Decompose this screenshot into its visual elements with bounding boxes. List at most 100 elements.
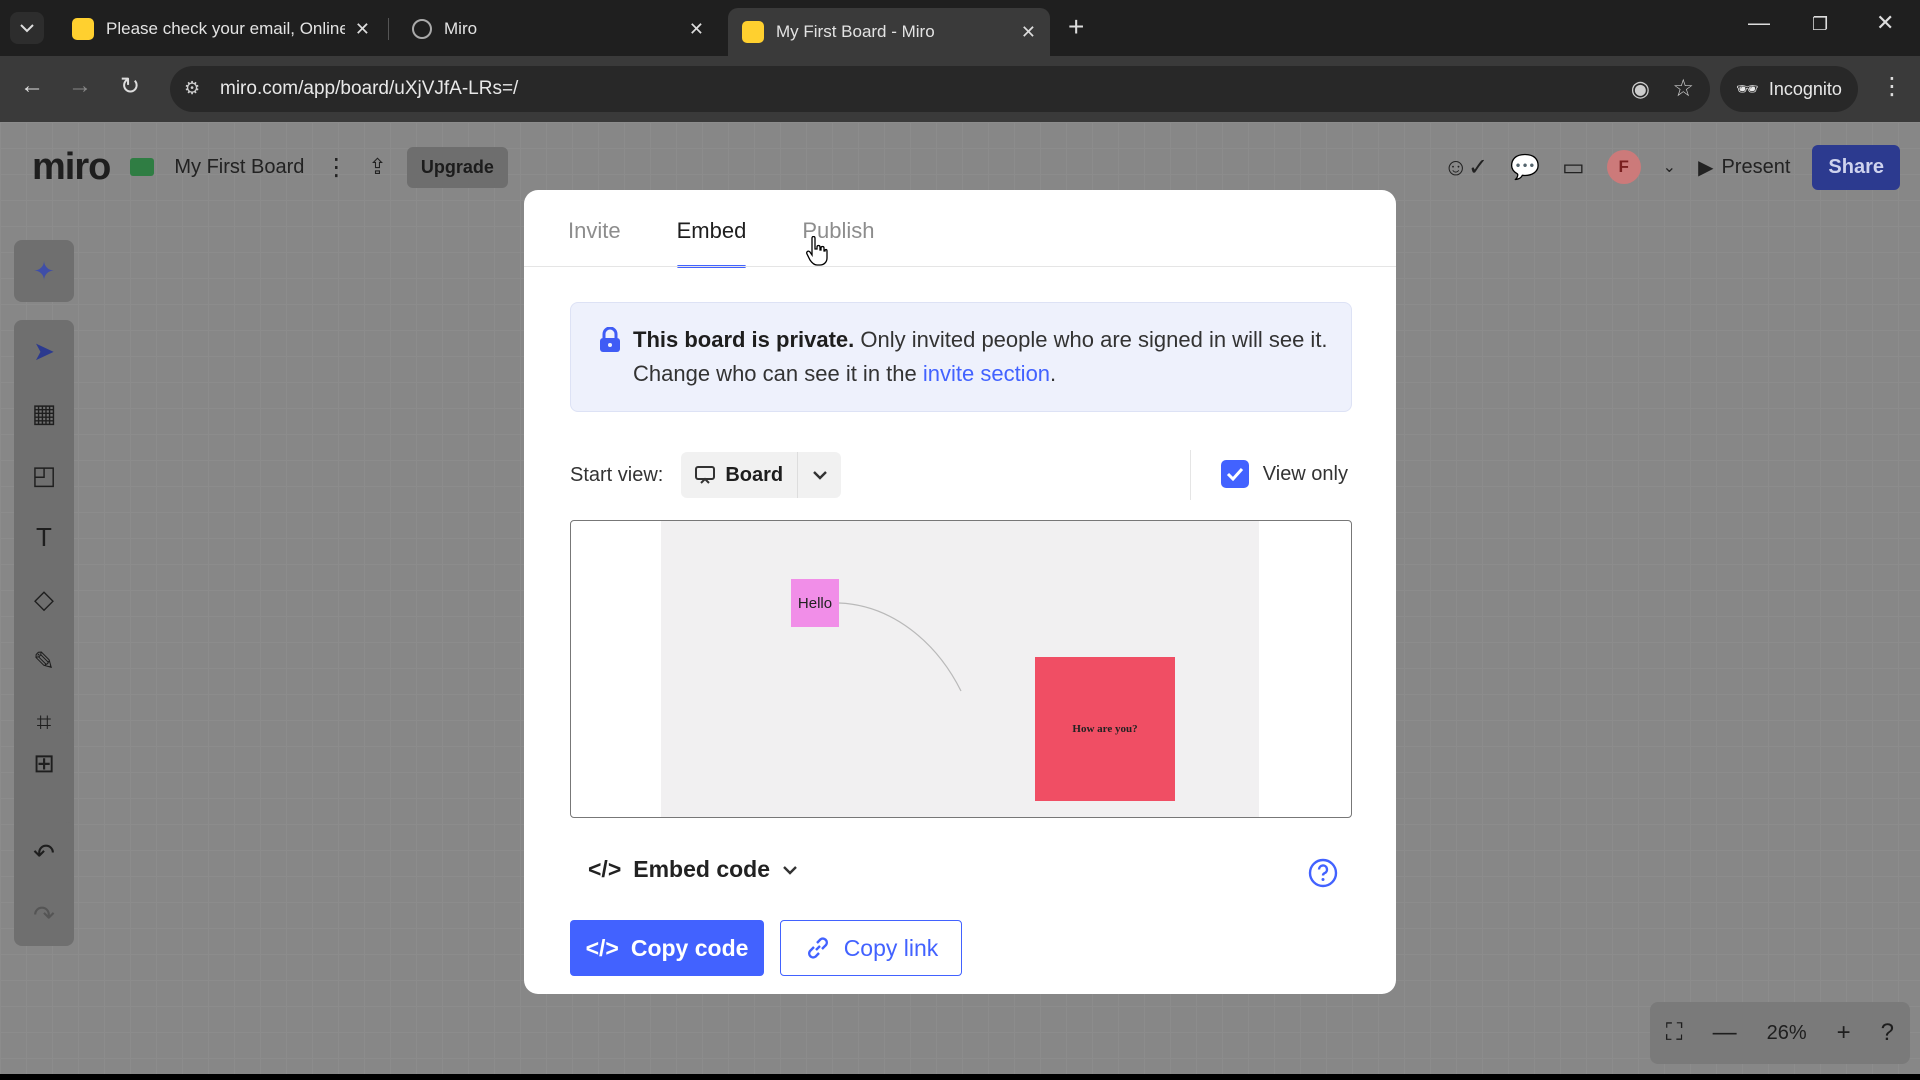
- history-toolbar: ↶ ↷: [14, 822, 74, 946]
- incognito-badge[interactable]: 🕶 Incognito: [1720, 66, 1858, 112]
- browser-tab-email[interactable]: Please check your email, Online ✕: [58, 10, 384, 48]
- board-view-icon: [695, 466, 716, 484]
- play-icon: ▶: [1698, 156, 1714, 179]
- miro-favicon-icon: [742, 21, 764, 43]
- avatar[interactable]: F: [1606, 150, 1641, 184]
- view-only-toggle[interactable]: View only: [1220, 460, 1348, 488]
- incognito-icon: 🕶: [1736, 78, 1759, 99]
- address-bar-row: ← → ↻ ⚙ miro.com/app/board/uXjVJfA-LRs=/…: [0, 56, 1920, 122]
- embed-code-toggle[interactable]: </> Embed code: [588, 856, 798, 883]
- miro-favicon-icon: [72, 18, 94, 40]
- upgrade-button[interactable]: Upgrade: [406, 146, 508, 188]
- invite-section-link[interactable]: invite section: [923, 361, 1050, 386]
- sticky-note-how-are-you: How are you?: [1035, 657, 1175, 801]
- window-close-icon[interactable]: ✕: [1876, 10, 1894, 36]
- sticky-note-hello: Hello: [791, 579, 839, 627]
- templates-icon[interactable]: ▦: [14, 382, 74, 444]
- checkmark-icon: [1226, 467, 1243, 481]
- present-button[interactable]: ▶ Present: [1698, 155, 1790, 180]
- url-text[interactable]: miro.com/app/board/uXjVJfA-LRs=/: [220, 78, 518, 100]
- url-field[interactable]: ⚙ miro.com/app/board/uXjVJfA-LRs=/ ◉ ☆: [170, 66, 1710, 112]
- mouse-cursor-icon: [806, 236, 828, 266]
- board-icon: [130, 158, 155, 176]
- copy-code-button[interactable]: </> Copy code: [570, 920, 764, 976]
- embed-code-label: Embed code: [633, 856, 771, 882]
- ai-toolbar: ✦: [14, 240, 74, 302]
- start-view-text: Board: [725, 463, 784, 486]
- select-cursor-icon[interactable]: ➤: [14, 320, 74, 382]
- row-divider: [1190, 450, 1191, 500]
- browser-menu-icon[interactable]: ⋮: [1880, 72, 1904, 101]
- more-options-icon[interactable]: ⋮: [324, 153, 348, 182]
- new-tab-button[interactable]: +: [1068, 12, 1084, 42]
- undo-icon[interactable]: ↶: [14, 822, 74, 884]
- chevron-down-icon: [812, 471, 827, 480]
- miro-logo[interactable]: miro: [32, 146, 111, 189]
- copy-link-label: Copy link: [843, 934, 939, 961]
- browser-tab-board[interactable]: My First Board - Miro ✕: [728, 8, 1050, 56]
- zoom-out-icon[interactable]: —: [1713, 1019, 1737, 1047]
- minimize-icon[interactable]: —: [1748, 10, 1770, 36]
- eye-off-icon[interactable]: ◉: [1631, 76, 1650, 102]
- board-preview: Hello How are you?: [570, 520, 1352, 818]
- reactions-icon[interactable]: ☺✓: [1443, 153, 1488, 182]
- export-icon[interactable]: ⇪: [368, 154, 386, 180]
- private-board-notice: This board is private. Only invited peop…: [570, 302, 1352, 412]
- present-label: Present: [1721, 155, 1791, 178]
- copy-link-button[interactable]: Copy link: [780, 920, 962, 976]
- tabs-divider: [524, 266, 1396, 267]
- tab-title: Miro: [444, 19, 478, 38]
- help-icon[interactable]: [1308, 858, 1338, 888]
- view-only-checkbox[interactable]: [1220, 460, 1249, 488]
- notice-end: .: [1050, 361, 1057, 386]
- reload-icon[interactable]: ↻: [120, 72, 140, 101]
- text-icon[interactable]: T: [14, 506, 74, 568]
- redo-icon[interactable]: ↷: [14, 884, 74, 946]
- close-icon[interactable]: ✕: [1021, 22, 1036, 43]
- pen-icon[interactable]: ✎: [14, 630, 74, 692]
- zoom-in-icon[interactable]: +: [1837, 1019, 1851, 1047]
- tab-invite[interactable]: Invite: [568, 218, 621, 268]
- restore-icon[interactable]: ❐: [1812, 14, 1828, 35]
- comment-icon[interactable]: 💬: [1510, 153, 1540, 182]
- close-icon[interactable]: ✕: [689, 19, 704, 40]
- help-icon[interactable]: ?: [1881, 1019, 1894, 1047]
- share-button[interactable]: Share: [1812, 144, 1900, 190]
- bottom-edge: [0, 1074, 1920, 1080]
- notice-text: This board is private. Only invited peop…: [633, 323, 1333, 391]
- start-view-row: Start view: Board View only: [570, 450, 1352, 500]
- code-icon: </>: [588, 856, 622, 882]
- copy-code-label: Copy code: [630, 934, 749, 961]
- start-view-dropdown[interactable]: [797, 452, 841, 498]
- view-only-label: View only: [1262, 462, 1348, 485]
- link-icon: [807, 937, 828, 959]
- collab-toolbar: ☺✓ 💬 ▭ F ⌄ ▶ Present Share: [1443, 136, 1900, 198]
- browser-tab-bar: Please check your email, Online ✕ Miro ✕…: [0, 0, 1920, 56]
- close-icon[interactable]: ✕: [355, 19, 370, 40]
- notice-bold: This board is private.: [633, 327, 855, 352]
- chevron-down-icon[interactable]: ⌄: [1663, 157, 1676, 177]
- tab-embed[interactable]: Embed: [676, 218, 746, 268]
- start-view-select[interactable]: Board: [681, 452, 842, 498]
- star-icon[interactable]: ☆: [1672, 74, 1694, 103]
- start-view-value[interactable]: Board: [681, 452, 797, 498]
- plus-square-icon[interactable]: ⊞: [14, 732, 74, 794]
- video-icon[interactable]: ▭: [1562, 153, 1585, 182]
- site-settings-icon[interactable]: ⚙: [184, 78, 200, 99]
- chevron-down-icon: [783, 865, 797, 875]
- board-header: miro My First Board ⋮ ⇪ Upgrade: [14, 136, 508, 198]
- back-icon[interactable]: ←: [20, 72, 44, 100]
- start-view-label: Start view:: [570, 463, 664, 486]
- tab-title: My First Board - Miro: [776, 22, 935, 41]
- globe-icon: [412, 19, 432, 39]
- forward-icon[interactable]: →: [68, 72, 92, 100]
- fit-to-screen-icon[interactable]: ⛶: [1666, 1019, 1683, 1047]
- shapes-icon[interactable]: ◇: [14, 568, 74, 630]
- browser-tab-miro[interactable]: Miro ✕: [398, 10, 718, 48]
- sparkle-icon[interactable]: ✦: [14, 240, 74, 302]
- zoom-level[interactable]: 26%: [1767, 1022, 1807, 1045]
- sticky-note-icon[interactable]: ◰: [14, 444, 74, 506]
- tab-search-button[interactable]: [10, 12, 44, 44]
- board-name[interactable]: My First Board: [174, 156, 304, 179]
- chevron-down-icon: [20, 24, 34, 33]
